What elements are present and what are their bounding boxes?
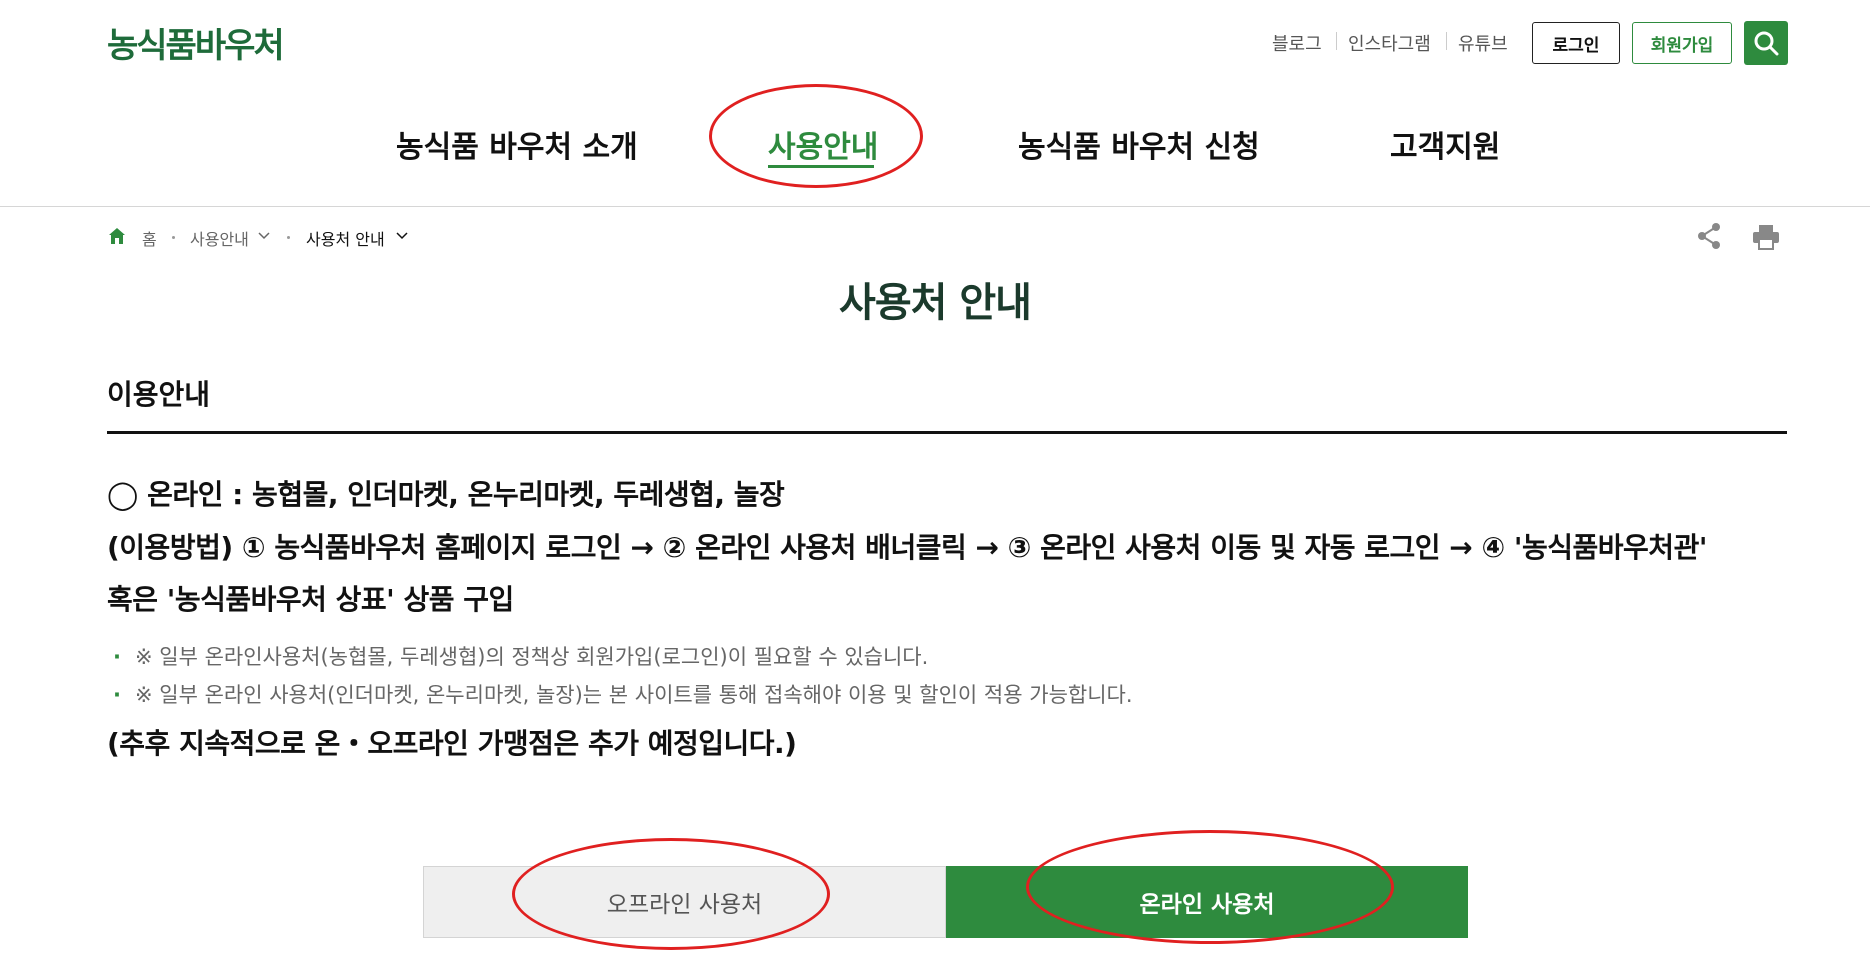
header-divider xyxy=(0,206,1870,207)
online-stores-tab[interactable]: 온라인 사용처 xyxy=(946,866,1468,938)
breadcrumb-level2[interactable]: 사용처 안내 xyxy=(306,226,385,250)
breadcrumb-level1[interactable]: 사용안내 xyxy=(190,226,249,250)
blog-link[interactable]: 블로그 xyxy=(1272,30,1322,56)
page-title: 사용처 안내 xyxy=(839,280,1032,326)
note-item: · ※ 일부 온라인사용처(농협몰, 두레생협)의 정책상 회원가입(로그인)이 … xyxy=(113,641,928,671)
bullet-dot: · xyxy=(113,683,121,707)
search-icon xyxy=(1754,31,1779,56)
home-icon[interactable] xyxy=(107,226,127,246)
nav-customer-support[interactable]: 고객지원 xyxy=(1390,122,1500,166)
breadcrumb-home[interactable]: 홈 xyxy=(142,226,157,250)
nav-voucher-apply[interactable]: 농식품 바우처 신청 xyxy=(1018,122,1260,166)
breadcrumb-separator xyxy=(172,236,175,239)
bullet-dot: · xyxy=(113,645,121,669)
search-button[interactable] xyxy=(1744,21,1788,65)
chevron-down-icon[interactable] xyxy=(396,231,408,241)
section-divider xyxy=(107,431,1787,434)
offline-stores-tab[interactable]: 오프라인 사용처 xyxy=(423,866,946,938)
breadcrumb-separator xyxy=(287,236,290,239)
login-button[interactable]: 로그인 xyxy=(1532,22,1620,64)
section-title: 이용안내 xyxy=(107,378,211,411)
chevron-down-icon[interactable] xyxy=(258,231,270,241)
join-button[interactable]: 회원가입 xyxy=(1632,22,1732,64)
future-stores-line: (추후 지속적으로 온・오프라인 가맹점은 추가 예정입니다.) xyxy=(107,727,797,760)
site-logo[interactable]: 농식품바우처 xyxy=(107,18,285,67)
util-divider xyxy=(1336,32,1337,50)
online-stores-line: ◯ 온라인 : 농협몰, 인더마켓, 온누리마켓, 두레생협, 놀장 xyxy=(107,478,785,511)
usage-method-line-cont: 혹은 '농식품바우처 상표' 상품 구입 xyxy=(107,583,514,616)
nav-active-indicator xyxy=(768,165,874,168)
note-text: ※ 일부 온라인 사용처(인더마켓, 온누리마켓, 놀장)는 본 사이트를 통해… xyxy=(134,683,1133,707)
util-divider xyxy=(1446,32,1447,50)
print-icon[interactable] xyxy=(1752,224,1780,250)
nav-usage-guide[interactable]: 사용안내 xyxy=(768,122,878,166)
note-text: ※ 일부 온라인사용처(농협몰, 두레생협)의 정책상 회원가입(로그인)이 필… xyxy=(134,645,929,669)
usage-method-line: (이용방법) ① 농식품바우처 홈페이지 로그인 → ② 온라인 사용처 배너클… xyxy=(107,531,1707,564)
note-item: · ※ 일부 온라인 사용처(인더마켓, 온누리마켓, 놀장)는 본 사이트를 통… xyxy=(113,679,1133,709)
nav-voucher-intro[interactable]: 농식품 바우처 소개 xyxy=(396,122,638,166)
instagram-link[interactable]: 인스타그램 xyxy=(1348,30,1431,56)
share-icon[interactable] xyxy=(1696,222,1722,250)
youtube-link[interactable]: 유튜브 xyxy=(1458,30,1508,56)
